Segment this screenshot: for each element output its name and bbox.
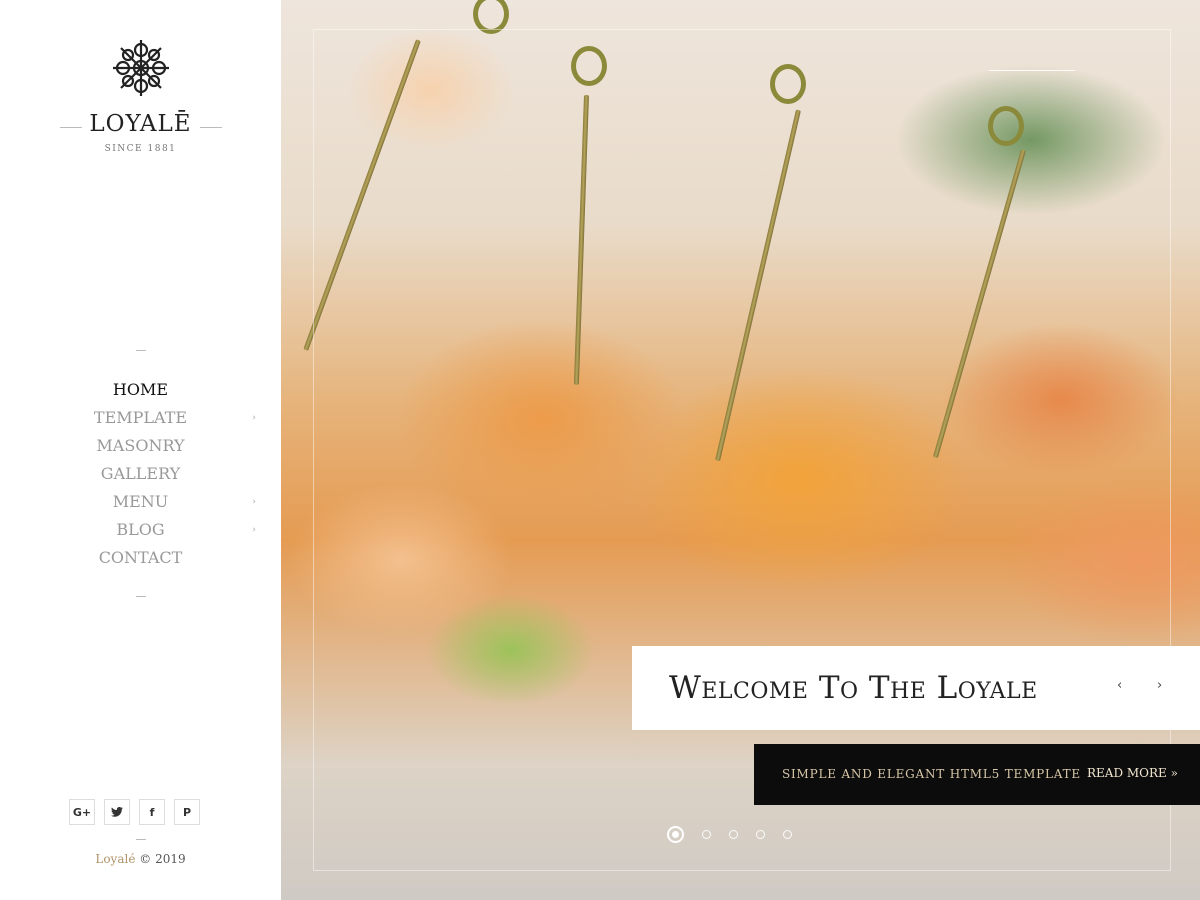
tagline-text: SIMPLE AND ELEGANT HTML5 TEMPLATE (782, 767, 1081, 781)
nav-item-label: TEMPLATE (93, 408, 188, 427)
copyright-brand[interactable]: Loyalé (95, 852, 135, 866)
slide-dot-4[interactable] (756, 830, 765, 839)
nav-item-gallery[interactable]: GALLERY (0, 460, 281, 488)
twitter-bird-glyph (111, 807, 123, 817)
facebook-icon[interactable]: f (139, 799, 165, 825)
nav-item-contact[interactable]: CONTACT (0, 544, 281, 572)
chevron-right-icon: › (252, 413, 256, 423)
logo-divider-right (200, 127, 222, 128)
brand-name[interactable]: LOYALĒ (0, 111, 281, 137)
slider-prev-icon[interactable]: ‹ (1117, 678, 1122, 693)
nav-item-label: MENU (112, 492, 169, 511)
copyright: Loyalé © 2019 (0, 852, 281, 866)
hero-frame-accent (989, 70, 1075, 71)
nav-item-label: GALLERY (100, 464, 181, 483)
sidebar: LOYALĒ SINCE 1881 HOME TEMPLATE › MASONRY… (0, 0, 281, 900)
slider-next-icon[interactable]: › (1157, 678, 1162, 693)
hero-slider[interactable]: Welcome To The Loyale ‹ › SIMPLE AND ELE… (281, 0, 1200, 900)
footer-divider (136, 839, 146, 840)
welcome-panel: Welcome To The Loyale ‹ › (632, 646, 1200, 730)
slide-dot-3[interactable] (729, 830, 738, 839)
nav-item-home[interactable]: HOME (0, 376, 281, 404)
brand-since: SINCE 1881 (104, 144, 177, 154)
twitter-icon[interactable] (104, 799, 130, 825)
tagline-bar: SIMPLE AND ELEGANT HTML5 TEMPLATE READ M… (754, 744, 1200, 805)
hero-title: Welcome To The Loyale (669, 670, 1038, 706)
nav-item-masonry[interactable]: MASONRY (0, 432, 281, 460)
slide-dot-2[interactable] (702, 830, 711, 839)
slider-pagination (667, 826, 792, 843)
nav-item-blog[interactable]: BLOG › (0, 516, 281, 544)
pinterest-icon[interactable]: P (174, 799, 200, 825)
nav-item-label: BLOG (116, 520, 165, 539)
chevron-right-icon: › (252, 525, 256, 535)
nav-item-label: MASONRY (96, 436, 185, 455)
nav-item-template[interactable]: TEMPLATE › (0, 404, 281, 432)
main-nav: HOME TEMPLATE › MASONRY GALLERY MENU › BLO… (0, 376, 281, 572)
nav-item-menu[interactable]: MENU › (0, 488, 281, 516)
nav-item-label: HOME (112, 380, 169, 399)
chevron-right-icon: › (252, 497, 256, 507)
slide-dot-5[interactable] (783, 830, 792, 839)
copyright-year: © 2019 (139, 852, 186, 866)
nav-top-divider (136, 350, 146, 351)
logo-emblem-icon[interactable] (110, 37, 172, 99)
google-plus-icon[interactable]: G+ (69, 799, 95, 825)
nav-bottom-divider (136, 596, 146, 597)
social-links: G+ f P (69, 799, 200, 825)
nav-item-label: CONTACT (98, 548, 183, 567)
slide-dot-1[interactable] (667, 826, 684, 843)
read-more-link[interactable]: READ MORE » (1087, 766, 1178, 780)
